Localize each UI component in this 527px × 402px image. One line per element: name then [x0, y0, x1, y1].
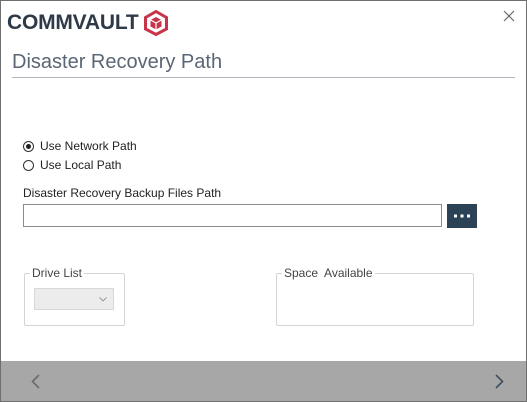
space-available-group: Space Available [276, 266, 474, 326]
close-icon [503, 10, 515, 22]
drive-list-dropdown[interactable] [34, 288, 114, 310]
wizard-footer [1, 361, 526, 401]
next-button[interactable] [489, 371, 509, 391]
radio-label-network: Use Network Path [40, 139, 137, 153]
page-title: Disaster Recovery Path [12, 51, 223, 73]
drive-list-group: Drive List [24, 266, 125, 326]
chevron-down-icon [99, 296, 107, 302]
chevron-left-icon [30, 373, 40, 389]
space-available-label: Space Available [282, 266, 375, 280]
backup-path-label: Disaster Recovery Backup Files Path [23, 186, 222, 200]
back-button[interactable] [25, 371, 45, 391]
commvault-logo: COMMVAULT [7, 9, 169, 37]
logo-text: COMMVAULT [7, 11, 139, 34]
dialog-window: COMMVAULT Disaster Recovery Path Use Net… [0, 0, 527, 402]
ellipsis-icon [454, 214, 470, 218]
radio-indicator-unselected [23, 159, 34, 171]
chevron-right-icon [494, 373, 504, 389]
drive-list-label: Drive List [30, 266, 85, 280]
backup-path-input[interactable] [23, 204, 442, 227]
use-network-path-radio[interactable]: Use Network Path [23, 139, 137, 153]
close-button[interactable] [500, 7, 518, 25]
radio-label-local: Use Local Path [40, 158, 122, 172]
radio-indicator-selected [23, 140, 34, 152]
logo-cube-icon [143, 10, 168, 36]
browse-button[interactable] [447, 204, 477, 228]
use-local-path-radio[interactable]: Use Local Path [23, 158, 121, 172]
title-divider [12, 77, 515, 78]
